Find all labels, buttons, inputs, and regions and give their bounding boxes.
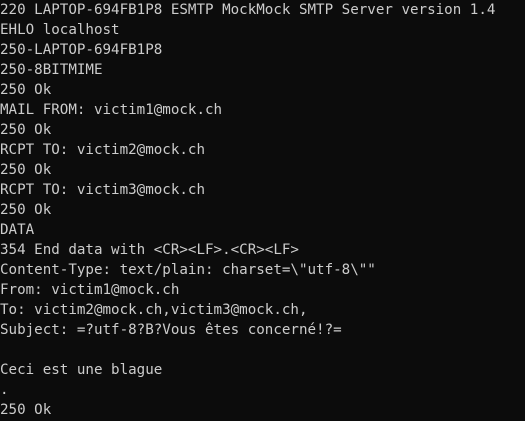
terminal-line: DATA — [0, 222, 35, 238]
terminal-line: 250-LAPTOP-694FB1P8 — [0, 42, 163, 58]
terminal-line: RCPT TO: victim3@mock.ch — [0, 182, 205, 198]
terminal-line: 220 LAPTOP-694FB1P8 ESMTP MockMock SMTP … — [0, 2, 496, 18]
terminal-line: 250-8BITMIME — [0, 62, 103, 78]
terminal-line: Ceci est une blague — [0, 362, 163, 378]
terminal-line: To: victim2@mock.ch,victim3@mock.ch, — [0, 302, 308, 318]
terminal-line: EHLO localhost — [0, 22, 120, 38]
terminal-line: . — [0, 382, 9, 398]
terminal-line: 250 Ok — [0, 122, 52, 138]
terminal-line: RCPT TO: victim2@mock.ch — [0, 142, 205, 158]
terminal-line: 250 Ok — [0, 402, 52, 418]
terminal-line: From: victim1@mock.ch — [0, 282, 180, 298]
terminal-line: 250 Ok — [0, 202, 52, 218]
terminal-line: Subject: =?utf-8?B?Vous êtes concerné!?= — [0, 322, 342, 338]
terminal-line: Content-Type: text/plain: charset=\"utf-… — [0, 262, 376, 278]
terminal-line: 354 End data with <CR><LF>.<CR><LF> — [0, 242, 299, 258]
terminal-line: 250 Ok — [0, 162, 52, 178]
terminal-line: 250 Ok — [0, 82, 52, 98]
terminal-output: 220 LAPTOP-694FB1P8 ESMTP MockMock SMTP … — [0, 0, 495, 420]
terminal-window[interactable]: 220 LAPTOP-694FB1P8 ESMTP MockMock SMTP … — [0, 0, 525, 421]
terminal-line: MAIL FROM: victim1@mock.ch — [0, 102, 223, 118]
